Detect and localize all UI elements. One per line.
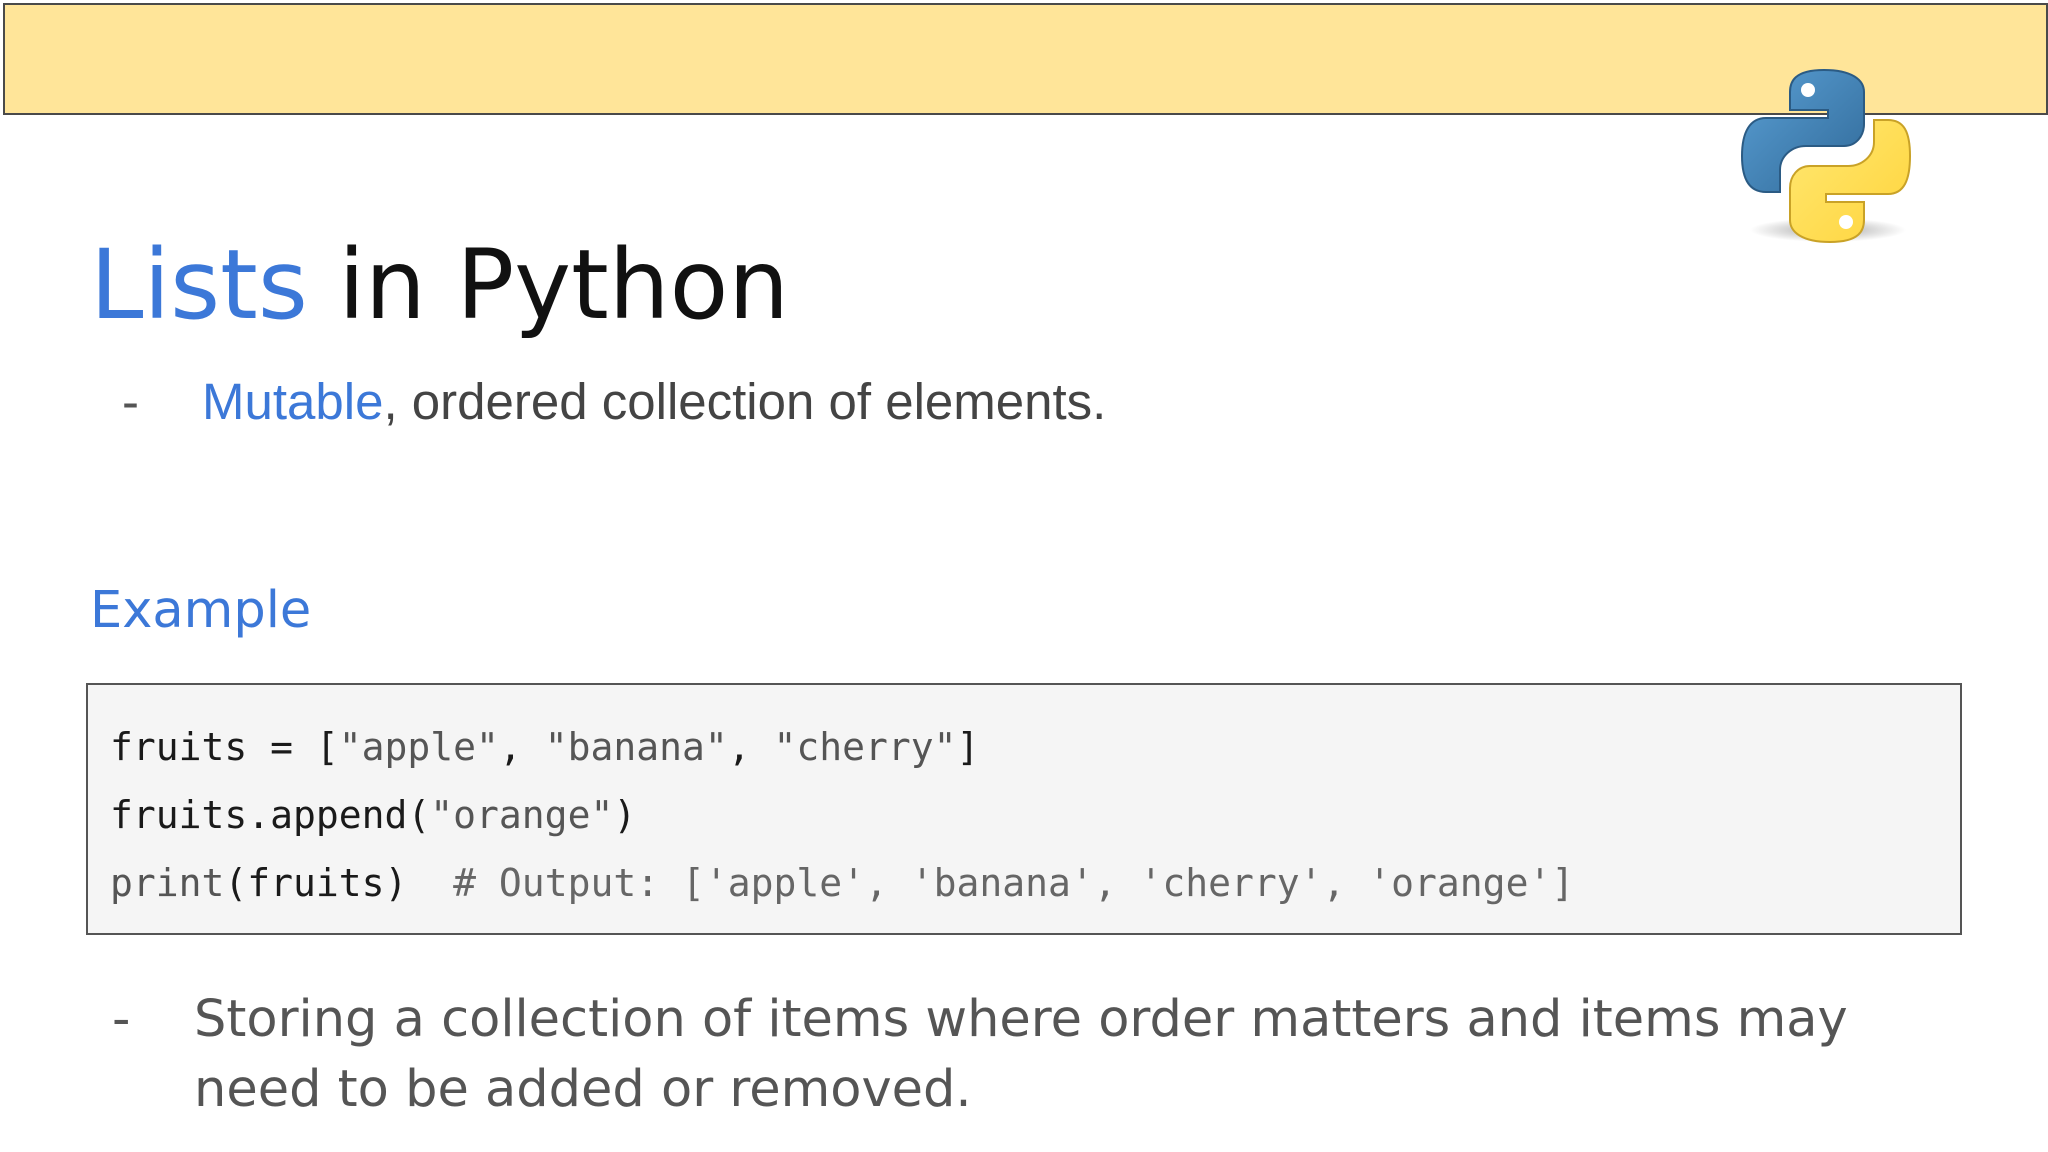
- bullet-text: Storing a collection of items where orde…: [194, 990, 1848, 1119]
- bullet-dash: -: [122, 373, 139, 430]
- code-string: "cherry": [773, 725, 957, 769]
- python-logo-icon: [1738, 66, 1914, 246]
- slide-title: Lists in Python: [90, 225, 789, 345]
- bullet-dash: -: [112, 990, 131, 1049]
- title-rest: in Python: [307, 229, 790, 341]
- code-string: "apple": [338, 725, 499, 769]
- code-comment: # Output: ['apple', 'banana', 'cherry', …: [407, 861, 1575, 905]
- code-string: "banana": [544, 725, 728, 769]
- code-function: print: [110, 861, 225, 905]
- bullet-use-case: - Storing a collection of items where or…: [112, 985, 1972, 1125]
- title-accent-word: Lists: [90, 229, 308, 341]
- code-token: fruits.append(: [110, 793, 431, 837]
- code-string: "orange": [430, 793, 614, 837]
- code-token: (fruits): [224, 861, 408, 905]
- code-token: ,: [498, 725, 545, 769]
- example-heading: Example: [90, 581, 312, 640]
- code-token: ,: [727, 725, 774, 769]
- bullet-mutable: - Mutable, ordered collection of elements…: [122, 368, 1106, 436]
- bullet-accent-word: Mutable: [202, 373, 384, 430]
- code-token: ]: [956, 725, 980, 769]
- code-block: fruits = ["apple", "banana", "cherry"] f…: [86, 683, 1962, 935]
- code-line-1: fruits = ["apple", "banana", "cherry"]: [110, 713, 1960, 781]
- code-token: ): [613, 793, 637, 837]
- bullet-text: , ordered collection of elements.: [383, 373, 1107, 430]
- code-token: fruits = [: [110, 725, 339, 769]
- code-line-3: print(fruits) # Output: ['apple', 'banan…: [110, 849, 1960, 917]
- code-line-2: fruits.append("orange"): [110, 781, 1960, 849]
